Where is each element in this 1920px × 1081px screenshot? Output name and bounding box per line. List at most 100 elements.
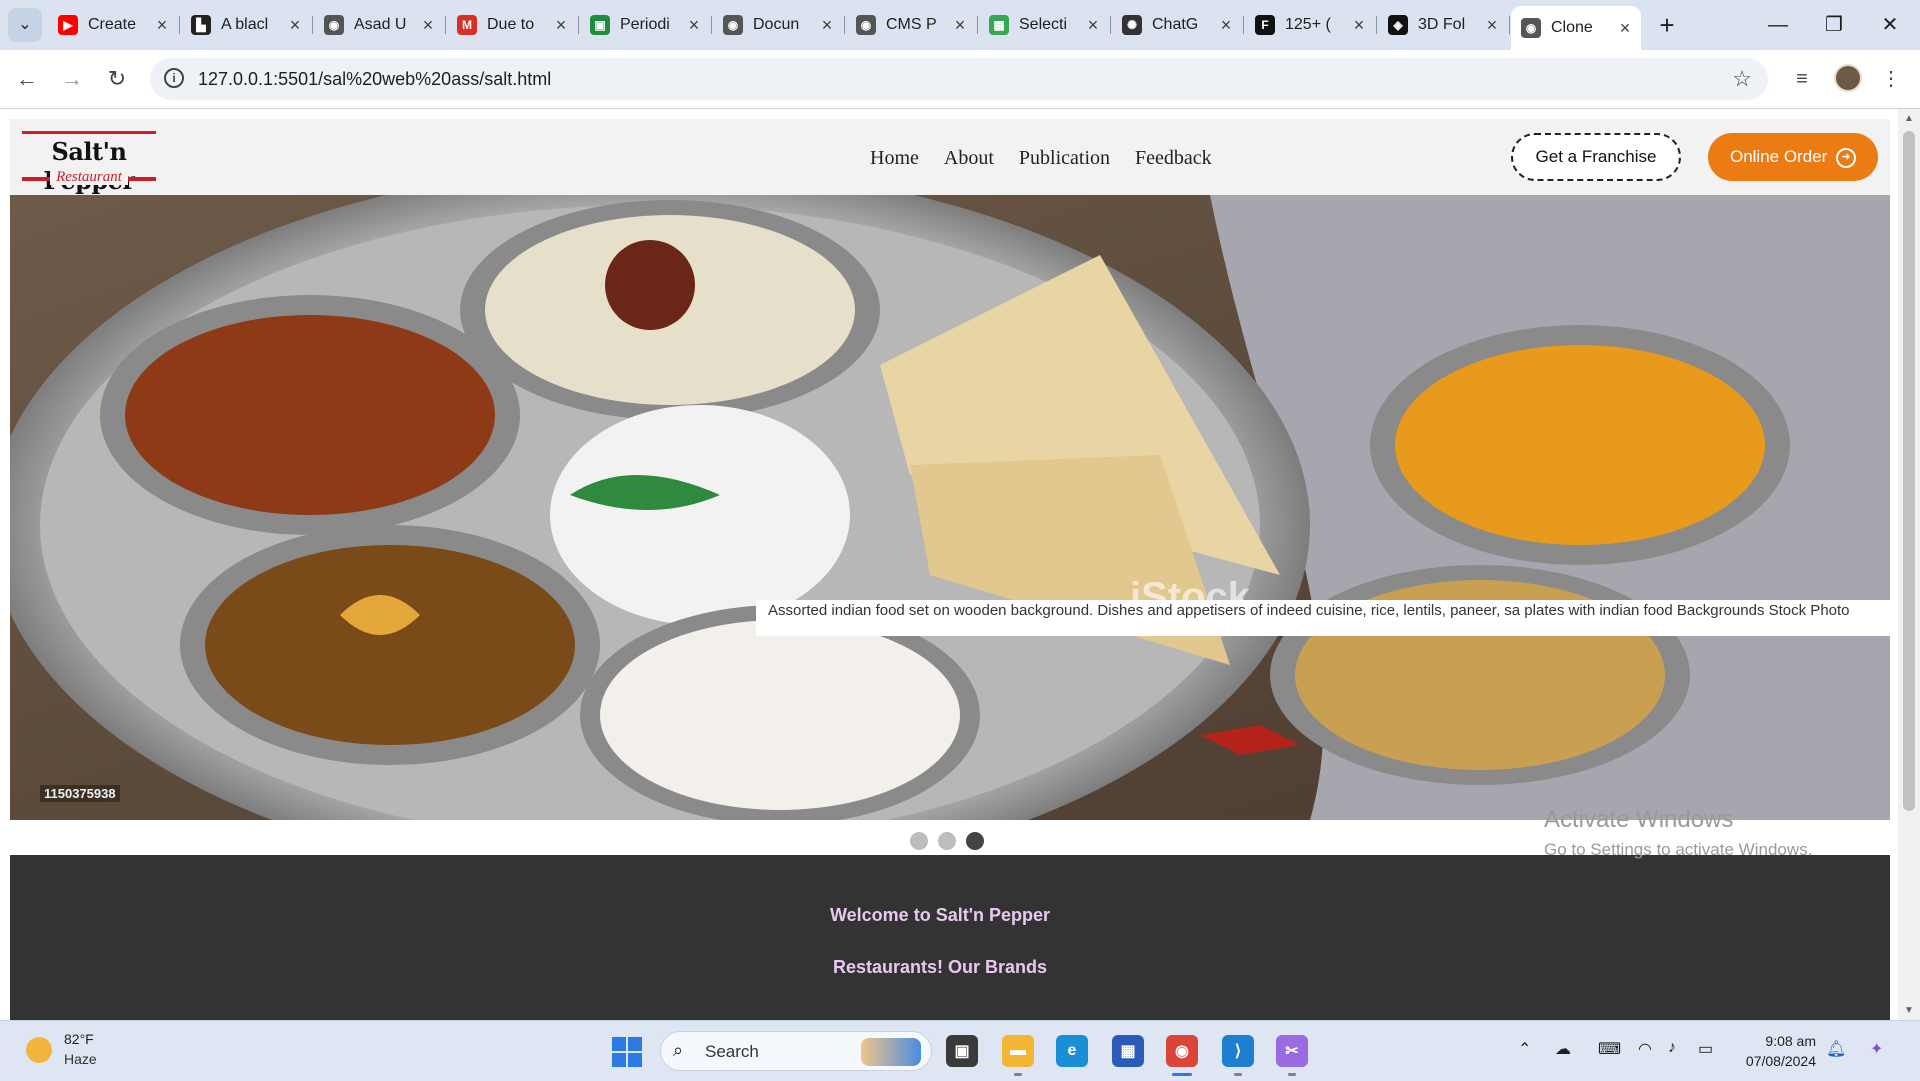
carousel-dot-3[interactable] [966,832,984,850]
browser-tab[interactable]: ◉ CMS P × [846,8,978,42]
browser-tab[interactable]: M Due to × [447,8,579,42]
get-franchise-button[interactable]: Get a Franchise [1511,133,1681,181]
volume-icon[interactable]: ♪ [1668,1039,1676,1057]
tab-separator [1110,16,1111,34]
nav-home[interactable]: Home [870,147,919,170]
grid-icon: ▦ [989,15,1009,35]
notification-bell-icon[interactable]: 🔔︎ [1826,1039,1846,1059]
restaurant-logo[interactable]: Salt'n Pepper Restaurant [22,131,158,195]
browser-tab[interactable]: ◉ Clone × [1511,6,1641,50]
windows-start-icon[interactable] [612,1037,642,1067]
browser-tab[interactable]: ◉ Asad U × [314,8,446,42]
close-tab-icon[interactable]: × [1347,15,1371,36]
scroll-down-arrow[interactable]: ▼ [1902,1005,1916,1016]
welcome-heading: Welcome to Salt'n Pepper [830,905,1050,925]
taskbar-search[interactable]: ⌕ Search [660,1031,932,1071]
nav-feedback[interactable]: Feedback [1135,147,1212,170]
onedrive-icon[interactable]: ☁ [1555,1039,1571,1059]
wifi-icon[interactable]: ◠ [1638,1039,1652,1059]
snipping-tool-icon[interactable]: ✂ [1276,1035,1308,1076]
browser-tab[interactable]: F 125+ (× [1245,8,1377,42]
chrome-icon[interactable]: ◉ [1166,1035,1198,1076]
url-text[interactable]: 127.0.0.1:5501/sal%20web%20ass/salt.html [198,69,551,90]
tab-title: Periodi [620,16,670,33]
close-tab-icon[interactable]: × [682,15,706,36]
close-tab-icon[interactable]: × [283,15,307,36]
f-icon: F [1255,15,1275,35]
vscode-icon[interactable]: ⟩ [1222,1035,1254,1076]
globe-icon: ◉ [1521,18,1541,38]
close-tab-icon[interactable]: × [549,15,573,36]
tab-separator [445,16,446,34]
nav-about[interactable]: About [944,147,994,170]
food-platter-illustration [10,195,1890,820]
scrollbar-thumb[interactable] [1903,131,1915,811]
bookmark-star-icon[interactable]: ☆ [1732,66,1752,92]
logo-brand: Salt'n Pepper [43,137,135,195]
close-window-button[interactable]: ✕ [1862,0,1918,50]
taskbar-clock[interactable]: 9:08 am 07/08/2024 [1736,1031,1816,1071]
online-order-label: Online Order [1729,147,1828,166]
browser-toolbar: ← → ↻ i 127.0.0.1:5501/sal%20web%20ass/s… [0,50,1920,109]
media-controls-icon[interactable]: ≡ [1787,64,1817,94]
page-scrollbar[interactable]: ▲ ▼ [1898,109,1920,1020]
start-tile [628,1053,642,1067]
back-button[interactable]: ← [10,62,44,96]
keyboard-icon[interactable]: ⌨ [1598,1039,1621,1059]
nav-publication[interactable]: Publication [1019,147,1110,170]
show-hidden-icons-chevron[interactable]: ⌃ [1518,1039,1531,1059]
tab-separator [711,16,712,34]
close-tab-icon[interactable]: × [416,15,440,36]
image-caption: Assorted indian food set on wooden backg… [756,600,1890,636]
browser-tab[interactable]: ✺ ChatG × [1112,8,1244,42]
page-viewport: Salt'n Pepper Restaurant Home About Publ… [0,109,1920,1020]
browser-tab[interactable]: ▙ A blacl × [181,8,313,42]
profile-avatar[interactable] [1834,64,1862,92]
file-explorer-icon[interactable]: ▬ [1002,1035,1034,1076]
weather-temperature[interactable]: 82°F [64,1031,94,1047]
close-tab-icon[interactable]: × [1480,15,1504,36]
browser-tab[interactable]: ▣ Periodi × [580,8,712,42]
carousel-dot-1[interactable] [910,832,928,850]
site-header: Salt'n Pepper Restaurant Home About Publ… [10,119,1890,203]
copilot-icon[interactable]: ✦ [1870,1039,1883,1059]
restore-button[interactable]: ❐ [1806,0,1862,50]
tab-search-button[interactable]: ⌄ [8,8,42,42]
task-view-icon[interactable]: ▣ [946,1035,978,1067]
tab-title: A blacl [221,16,269,33]
reload-button[interactable]: ↻ [100,62,134,96]
tab-title: Clone [1551,19,1593,36]
edge-browser-icon[interactable]: e [1056,1035,1088,1067]
site-info-icon[interactable]: i [164,68,184,88]
document-icon: ▙ [191,15,211,35]
microsoft-store-icon[interactable]: ▦ [1112,1035,1144,1067]
browser-tab[interactable]: ▶ Create × [48,8,180,42]
browser-tab[interactable]: ◉ Docun × [713,8,845,42]
close-tab-icon[interactable]: × [1081,15,1105,36]
weather-sun-icon[interactable] [26,1037,52,1063]
close-tab-icon[interactable]: × [815,15,839,36]
close-tab-icon[interactable]: × [1214,15,1238,36]
minimize-button[interactable]: — [1750,0,1806,50]
tab-title: ChatG [1152,16,1199,33]
activate-subtitle: Go to Settings to activate Windows. [1544,840,1813,859]
close-tab-icon[interactable]: × [1613,18,1637,39]
browser-tab[interactable]: ◈ 3D Fol × [1378,8,1510,42]
close-tab-icon[interactable]: × [948,15,972,36]
browser-menu-icon[interactable]: ⋮ [1876,64,1906,94]
scroll-up-arrow[interactable]: ▲ [1902,113,1916,124]
address-bar[interactable]: i 127.0.0.1:5501/sal%20web%20ass/salt.ht… [150,58,1768,100]
weather-description[interactable]: Haze [64,1051,97,1067]
close-tab-icon[interactable]: × [150,15,174,36]
online-order-button[interactable]: Online Order ➜ [1708,133,1878,181]
search-label: Search [705,1042,759,1061]
carousel-dot-2[interactable] [938,832,956,850]
new-tab-button[interactable]: + [1650,8,1684,42]
main-nav: Home About Publication Feedback [870,147,1237,170]
carousel-indicators [910,832,984,850]
clock-time: 9:08 am [1765,1033,1816,1049]
forward-button[interactable]: → [55,62,89,96]
battery-icon[interactable]: ▭ [1698,1039,1713,1059]
browser-tab[interactable]: ▦ Selecti × [979,8,1111,42]
hero-image: iStock Assorted indian food set on woode… [10,195,1890,820]
